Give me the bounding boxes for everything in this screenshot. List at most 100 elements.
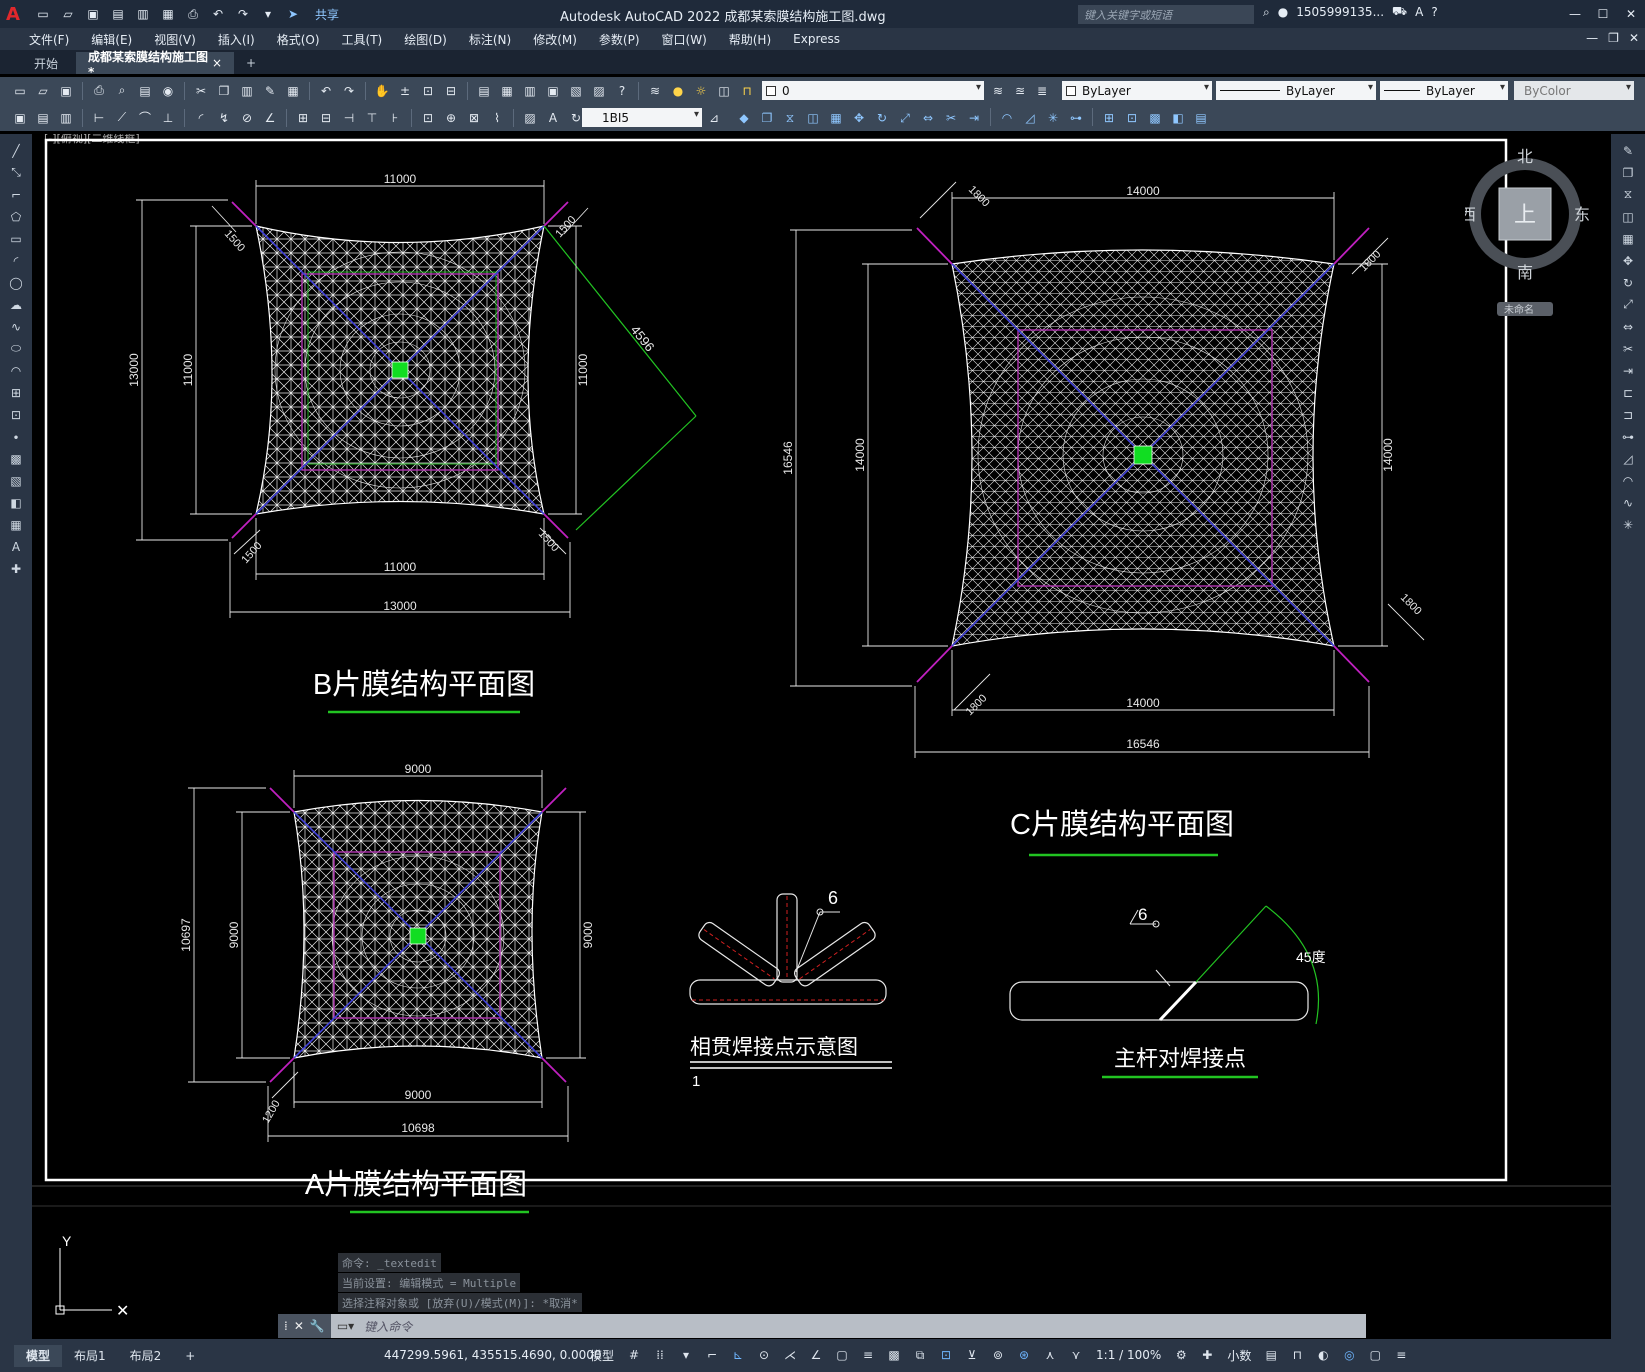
lineweight-dropdown[interactable]: ByLayer ▾ — [1380, 81, 1508, 100]
polyline-icon[interactable]: ⌐ — [7, 186, 25, 203]
share-button[interactable]: 共享 — [315, 6, 339, 23]
snap-icon[interactable]: ⁞⁞ — [650, 1345, 670, 1365]
add-layout-button[interactable]: + — [173, 1345, 207, 1367]
ortho-icon[interactable]: ⊾ — [728, 1345, 748, 1365]
arc-icon[interactable]: ◜ — [7, 252, 25, 269]
grip-icon[interactable]: ⁞ — [284, 1319, 288, 1333]
save-icon[interactable]: ▣ — [84, 5, 102, 23]
customize-icon[interactable]: ≡ — [1391, 1345, 1411, 1365]
annotation-scale[interactable]: 1:1 / 100% — [1092, 1348, 1165, 1362]
close-icon[interactable]: ✕ — [294, 1319, 304, 1333]
redo-icon[interactable]: ↷ — [234, 5, 252, 23]
undo-icon[interactable]: ↶ — [209, 5, 227, 23]
annotation-visibility-icon[interactable]: ⋏ — [1040, 1345, 1060, 1365]
menu-edit[interactable]: 编辑(E) — [80, 31, 143, 48]
help-icon[interactable]: ? — [1431, 5, 1437, 19]
ellipse-icon[interactable]: ⬭ — [7, 340, 25, 357]
rotate-icon[interactable]: ↻ — [1619, 274, 1637, 291]
help-icon[interactable]: ? — [612, 81, 632, 101]
minimize-icon[interactable]: — — [1561, 0, 1589, 28]
offset-icon[interactable]: ◫ — [803, 108, 823, 128]
compass-east[interactable]: 东 — [1574, 205, 1590, 224]
revision-cloud-icon[interactable]: ☁ — [7, 296, 25, 313]
point-icon[interactable]: ∙ — [7, 428, 25, 445]
multiline-text-icon[interactable]: A — [7, 538, 25, 555]
units-dropdown[interactable]: 小数 — [1223, 1347, 1255, 1364]
menu-window[interactable]: 窗口(W) — [651, 31, 718, 48]
clean-screen-icon[interactable]: ▢ — [1365, 1345, 1385, 1365]
drawing-canvas[interactable]: [-][俯视][二维线框] 11000 11000 13000 13000 11… — [32, 134, 1611, 1339]
make-block-icon[interactable]: ⊡ — [7, 406, 25, 423]
command-input[interactable]: 键入命令 — [354, 1318, 412, 1335]
lineweight-icon[interactable]: ≡ — [858, 1345, 878, 1365]
open-icon[interactable]: ▱ — [59, 5, 77, 23]
layer-dropdown[interactable]: 0 ▾ — [762, 81, 984, 100]
diameter-icon[interactable]: ⊘ — [237, 108, 257, 128]
tab-model[interactable]: 模型 — [14, 1344, 63, 1367]
object-snap-tracking-icon[interactable]: ∠ — [806, 1345, 826, 1365]
publish-icon[interactable]: ▤ — [135, 81, 155, 101]
gizmo-icon[interactable]: ⊛ — [1014, 1345, 1034, 1365]
table-icon[interactable]: ▤ — [1191, 108, 1211, 128]
tab-layout2[interactable]: 布局2 — [118, 1345, 174, 1367]
table-icon[interactable]: ▦ — [7, 516, 25, 533]
object-snap-icon[interactable]: ▢ — [832, 1345, 852, 1365]
baseline-icon[interactable]: ⊟ — [316, 108, 336, 128]
hatch-icon[interactable]: ▩ — [7, 450, 25, 467]
offset-icon[interactable]: ◫ — [1619, 208, 1637, 225]
extend-icon[interactable]: ⇥ — [1619, 362, 1637, 379]
a-plan-title[interactable]: A片膜结构平面图 — [305, 1168, 527, 1201]
tool-a-icon[interactable]: ▣ — [10, 108, 30, 128]
light-bulb-icon[interactable]: ● — [668, 81, 688, 101]
angular-icon[interactable]: ∠ — [260, 108, 280, 128]
zoom-previous-icon[interactable]: ⊟ — [441, 81, 461, 101]
infer-constraints-icon[interactable]: ⌐ — [702, 1345, 722, 1365]
ordinate-icon[interactable]: ⊥ — [158, 108, 178, 128]
erase-icon[interactable]: ◆ — [734, 108, 754, 128]
share-icon[interactable]: ➤ — [284, 5, 302, 23]
compass-south[interactable]: 南 — [1517, 263, 1533, 282]
freeze-vp-icon[interactable]: ◫ — [714, 81, 734, 101]
sun-icon[interactable]: ☼ — [691, 81, 711, 101]
lock-ui-icon[interactable]: ⊓ — [1287, 1345, 1307, 1365]
redo-icon[interactable]: ↷ — [339, 81, 359, 101]
isodraft-icon[interactable]: ⋌ — [780, 1345, 800, 1365]
wcs-menu[interactable]: 未命名 — [1504, 303, 1534, 316]
join-icon[interactable]: ⊶ — [1066, 108, 1086, 128]
explode-icon[interactable]: ✳ — [1043, 108, 1063, 128]
mirror-icon[interactable]: ⧖ — [780, 108, 800, 128]
polygon-icon[interactable]: ⬠ — [7, 208, 25, 225]
maximize-icon[interactable]: ☐ — [1589, 0, 1617, 28]
center-mark-icon[interactable]: ⊕ — [441, 108, 461, 128]
move-icon[interactable]: ✥ — [849, 108, 869, 128]
search-icon[interactable]: ⌕ — [1263, 5, 1270, 20]
insert-block-icon[interactable]: ⊞ — [1099, 108, 1119, 128]
menu-draw[interactable]: 绘图(D) — [393, 31, 458, 48]
tab-start[interactable]: 开始 — [6, 52, 70, 74]
butt-weld-detail[interactable]: 6 45度 — [1009, 905, 1326, 1025]
scale-icon[interactable]: ⤢ — [1619, 296, 1637, 313]
stretch-icon[interactable]: ⇔ — [918, 108, 938, 128]
radius-icon[interactable]: ◜ — [191, 108, 211, 128]
markup-icon[interactable]: ▧ — [566, 81, 586, 101]
match-properties-icon[interactable]: ✎ — [260, 81, 280, 101]
hardware-acceleration-icon[interactable]: ◎ — [1339, 1345, 1359, 1365]
region-icon[interactable]: ◧ — [7, 494, 25, 511]
doc-restore-icon[interactable]: ❐ — [1608, 31, 1619, 45]
ellipse-arc-icon[interactable]: ◠ — [7, 362, 25, 379]
copy-icon[interactable]: ❐ — [214, 81, 234, 101]
make-block-icon[interactable]: ⊡ — [1122, 108, 1142, 128]
cursor-coordinates[interactable]: 447299.5961, 435515.4690, 0.0000 — [384, 1348, 602, 1362]
a-membrane-plan[interactable]: 9000 9000 10698 10697 9000 9000 1200 — [179, 762, 595, 1142]
menu-tools[interactable]: 工具(T) — [331, 31, 394, 48]
user-name[interactable]: 1505999135... — [1296, 5, 1384, 19]
save-icon[interactable]: ▣ — [56, 81, 76, 101]
zoom-window-icon[interactable]: ⊡ — [418, 81, 438, 101]
fillet-icon[interactable]: ◠ — [997, 108, 1017, 128]
selection-filter-icon[interactable]: ⊚ — [988, 1345, 1008, 1365]
menu-view[interactable]: 视图(V) — [143, 31, 207, 48]
extend-icon[interactable]: ⇥ — [964, 108, 984, 128]
spline-icon[interactable]: ∿ — [7, 318, 25, 335]
calculator-icon[interactable]: ▨ — [589, 81, 609, 101]
search-input[interactable]: 键入关键字或短语 — [1078, 5, 1254, 24]
